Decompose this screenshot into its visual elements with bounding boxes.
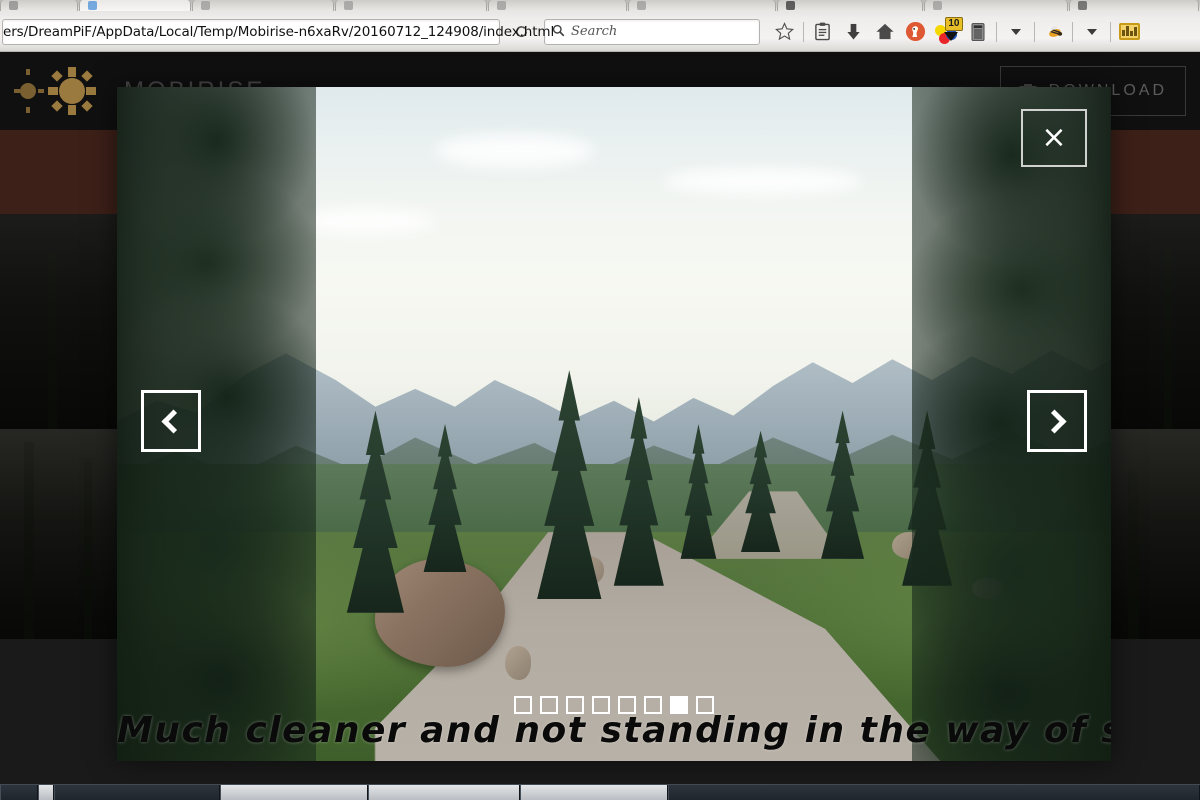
browser-tab-4[interactable] <box>487 0 628 11</box>
tab-favicon-8 <box>1078 1 1088 10</box>
toolbar-separator-3 <box>1034 21 1035 42</box>
windows-taskbar[interactable] <box>0 784 1200 800</box>
chevron-right-icon[interactable] <box>1027 390 1087 452</box>
bookmark-star-icon[interactable] <box>769 17 800 47</box>
lightbox-image <box>117 87 1111 761</box>
bee-addon-icon[interactable] <box>1038 17 1069 47</box>
tab-favicon-4 <box>496 1 506 10</box>
taskbar-item-5[interactable] <box>520 785 668 800</box>
downloads-icon[interactable] <box>838 17 869 47</box>
tab-favicon-5 <box>637 1 647 10</box>
browser-tab-1[interactable] <box>78 0 191 11</box>
toolbar-separator-1 <box>803 21 804 42</box>
taskbar-item-4[interactable] <box>368 785 520 800</box>
caret-glyph <box>1010 28 1021 35</box>
tab-strip[interactable] <box>0 0 1200 11</box>
browser-tab-7[interactable] <box>924 0 1069 11</box>
toolbar-separator-5 <box>1110 21 1111 42</box>
black-triangle-icon <box>943 31 958 41</box>
chevron-left-icon[interactable] <box>141 390 201 452</box>
url-text: ers/DreamPiF/AppData/Local/Temp/Mobirise… <box>3 23 555 40</box>
browser-tab-8[interactable] <box>1069 0 1199 11</box>
dropdown-caret-icon[interactable] <box>1000 17 1031 47</box>
addon-badge-icon[interactable]: 10 <box>931 16 963 47</box>
tab-favicon-1 <box>87 1 97 10</box>
tab-favicon-3 <box>343 1 353 10</box>
browser-tab-0[interactable] <box>0 0 78 11</box>
toolbar-icons: 10 <box>769 16 1145 47</box>
close-icon[interactable]: × <box>1021 109 1087 167</box>
chevron-right-glyph <box>1042 408 1067 434</box>
browser-tab-3[interactable] <box>334 0 487 11</box>
screen-root: MOBIRISE DOWNLOAD <box>0 0 1200 800</box>
search-input[interactable]: Search <box>544 18 760 45</box>
close-glyph: × <box>1041 120 1067 155</box>
dropdown-caret-icon-2[interactable] <box>1076 17 1107 47</box>
caret-glyph-2 <box>1086 28 1097 35</box>
toolbar-separator-2 <box>996 21 997 42</box>
taskbar-item-0[interactable] <box>0 785 38 800</box>
lightbox-modal: × Much cleaner and not standing in the w… <box>117 87 1111 761</box>
taskbar-item-6[interactable] <box>668 785 1200 800</box>
chart-bars-icon <box>1119 23 1140 40</box>
url-bar[interactable]: ers/DreamPiF/AppData/Local/Temp/Mobirise… <box>2 18 554 45</box>
browser-tab-2[interactable] <box>191 0 334 11</box>
tab-favicon-0 <box>9 1 18 10</box>
reading-list-icon[interactable] <box>807 17 838 47</box>
duckduckgo-icon[interactable] <box>900 17 931 47</box>
tab-favicon-7 <box>933 1 943 10</box>
taskbar-item-2[interactable] <box>54 785 220 800</box>
addon-badge-count: 10 <box>945 16 963 31</box>
search-placeholder: Search <box>571 24 618 39</box>
lightbox-caption: Much cleaner and not standing in the way… <box>117 710 1111 751</box>
browser-tab-6[interactable] <box>777 0 924 11</box>
chart-addon-icon[interactable] <box>1114 17 1145 47</box>
taskbar-item-1[interactable] <box>38 785 54 800</box>
sun-logo-icon <box>14 67 110 115</box>
chevron-left-glyph <box>161 408 186 434</box>
home-icon[interactable] <box>869 17 900 47</box>
taskbar-item-3[interactable] <box>220 785 368 800</box>
browser-chrome: ers/DreamPiF/AppData/Local/Temp/Mobirise… <box>0 0 1200 52</box>
shredder-icon[interactable] <box>962 17 993 47</box>
tab-favicon-6 <box>786 1 796 10</box>
tab-favicon-2 <box>200 1 210 10</box>
navigation-toolbar: ers/DreamPiF/AppData/Local/Temp/Mobirise… <box>0 11 1200 52</box>
browser-tab-5[interactable] <box>628 0 777 11</box>
toolbar-separator-4 <box>1072 21 1073 42</box>
